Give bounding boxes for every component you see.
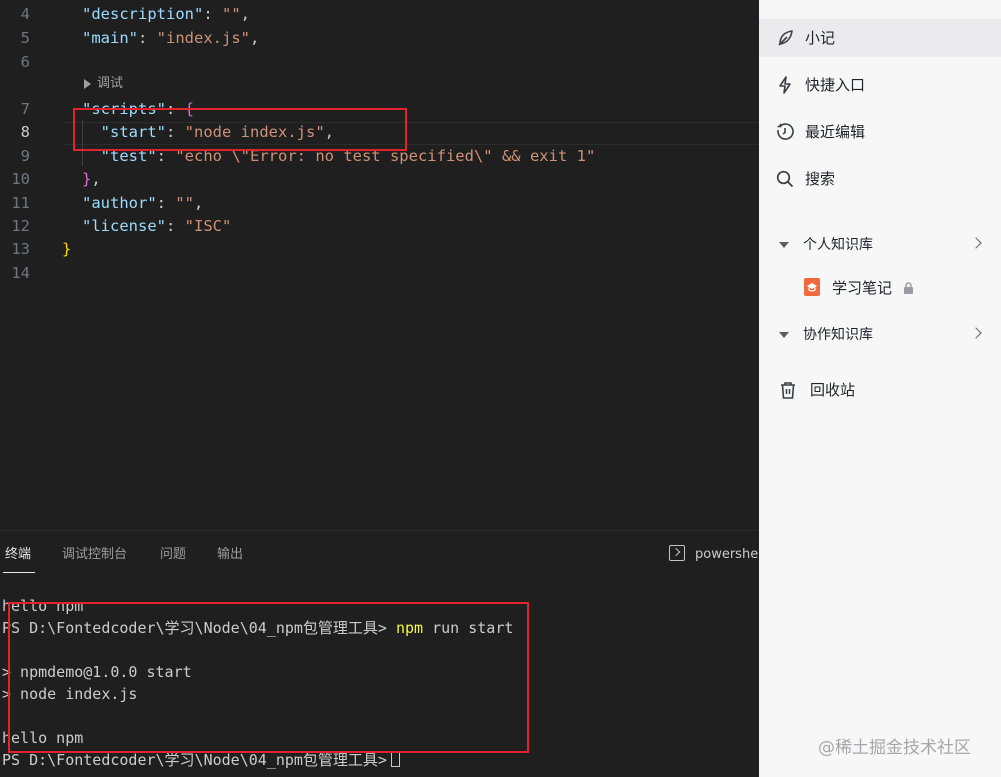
caret-down-icon (779, 332, 789, 338)
tab-problems[interactable]: 问题 (160, 546, 186, 564)
code-text: "author": "", (82, 194, 204, 212)
panel-tab-bar: 终端 调试控制台 问题 输出 powershell (0, 530, 765, 574)
sidebar-item-notes[interactable]: 小记 (759, 19, 1001, 57)
code-text: }, (82, 170, 101, 188)
sidebar-item-trash[interactable]: 回收站 (759, 371, 1001, 409)
terminal-cursor (390, 751, 400, 767)
code-line: 14 (0, 262, 759, 285)
code-text: "license": "ISC" (82, 217, 232, 235)
notes-sidebar: 小记 快捷入口 最近编辑 搜索 个人知识库 学习笔记 协作知识库 回收站 (759, 0, 1001, 777)
code-line: 5 "main": "index.js", (0, 27, 759, 50)
shell-selector[interactable]: powershell (695, 546, 765, 564)
group-collab-kb[interactable]: 协作知识库 (759, 320, 1001, 350)
debug-codelens[interactable]: 调试 (84, 74, 123, 94)
caret-down-icon (779, 242, 789, 248)
line-number: 8 (20, 123, 30, 141)
terminal-icon (669, 545, 685, 561)
code-line: 12 "license": "ISC" (0, 215, 759, 238)
watermark: @稀土掘金技术社区 (818, 738, 971, 758)
code-line: 10}, (0, 168, 759, 191)
code-line: 6 (0, 51, 759, 74)
code-text: } (62, 240, 72, 258)
feather-icon (778, 30, 793, 46)
terminal[interactable]: hello npm PS D:\Fontedcoder\学习\Node\04_n… (0, 574, 759, 777)
highlight-box-start-script (73, 108, 407, 151)
tab-debug-console[interactable]: 调试控制台 (62, 546, 127, 564)
active-tab-underline (3, 572, 35, 573)
highlight-box-npm-run-start (8, 602, 529, 753)
tab-output[interactable]: 输出 (217, 546, 243, 564)
clock-icon (777, 123, 794, 140)
line-number: 7 (20, 100, 30, 118)
line-number: 14 (11, 264, 30, 282)
trash-icon (781, 382, 795, 399)
code-text: "description": "", (82, 5, 251, 23)
line-number: 12 (11, 217, 30, 235)
lock-icon (904, 282, 913, 294)
group-personal-kb[interactable]: 个人知识库 (759, 230, 1001, 260)
line-number: 13 (11, 240, 30, 258)
sidebar-item-recent[interactable]: 最近编辑 (759, 113, 1001, 151)
lightning-icon (779, 76, 791, 94)
code-line: 11 "author": "", (0, 192, 759, 215)
line-number: 5 (20, 29, 30, 47)
code-editor[interactable]: 4 "description": "", 5 "main": "index.js", 6… (0, 0, 759, 530)
line-number: 9 (20, 147, 30, 165)
code-line: 4 "description": "", (0, 3, 759, 26)
code-text: "main": "index.js", (82, 29, 260, 47)
sidebar-item-search[interactable]: 搜索 (759, 160, 1001, 198)
chevron-right-icon[interactable] (970, 327, 982, 339)
line-number: 4 (20, 5, 30, 23)
tab-terminal[interactable]: 终端 (5, 546, 31, 564)
play-icon (84, 78, 91, 89)
code-line: 13} (0, 238, 759, 261)
line-number: 10 (11, 170, 30, 188)
chevron-right-icon[interactable] (970, 237, 982, 249)
sidebar-item-shortcuts[interactable]: 快捷入口 (759, 66, 1001, 104)
search-icon (776, 170, 794, 188)
notebook-item[interactable]: 学习笔记 (759, 269, 1001, 307)
line-number: 6 (20, 53, 30, 71)
notebook-icon (804, 278, 820, 296)
line-number: 11 (11, 194, 30, 212)
